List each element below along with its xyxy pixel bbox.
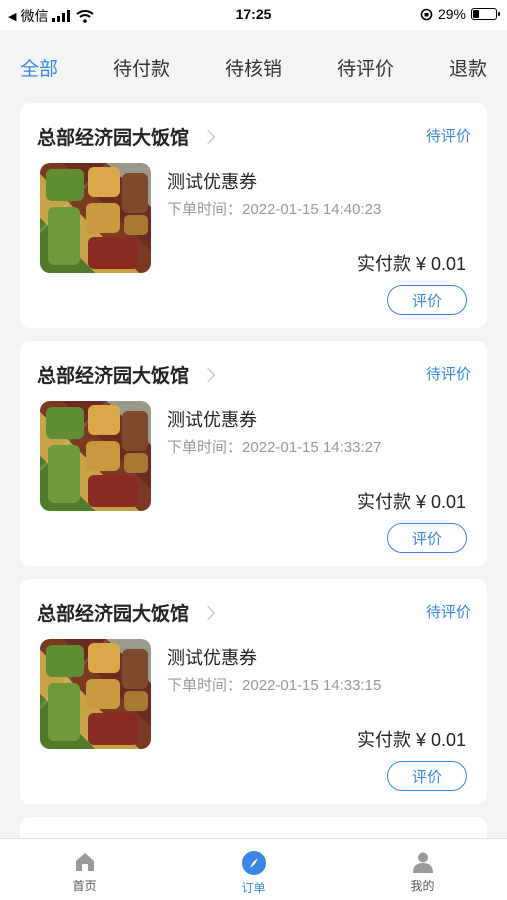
nav-profile[interactable]: 我的 <box>363 839 483 894</box>
order-status: 待评价 <box>425 366 471 383</box>
paid-amount: 实付款 ¥ 0.01 <box>356 730 466 750</box>
order-time: 下单时间：2022-01-15 14:33:27 <box>167 436 381 457</box>
order-time-label: 下单时间： <box>167 439 243 456</box>
order-status: 待评价 <box>425 128 471 145</box>
nav-home[interactable]: 首页 <box>25 839 145 894</box>
status-bar: ◀ 微信 17:25 29% <box>0 0 507 30</box>
product-image <box>40 401 151 511</box>
user-icon <box>412 852 433 873</box>
order-time: 下单时间：2022-01-15 14:40:23 <box>167 198 381 219</box>
tab-pending-payment[interactable]: 待付款 <box>113 54 170 81</box>
chevron-right-icon <box>200 367 216 382</box>
nav-orders-label: 订单 <box>241 881 266 895</box>
home-icon <box>75 853 94 871</box>
product-image <box>40 639 151 749</box>
review-button[interactable]: 评价 <box>387 285 467 315</box>
battery-fill <box>473 10 480 18</box>
shop-name: 总部经济园大饭馆 <box>37 366 190 387</box>
shop-name: 总部经济园大饭馆 <box>37 128 190 149</box>
shop-link[interactable]: 总部经济园大饭馆 <box>37 123 216 150</box>
status-bar-right: 29% <box>420 6 500 22</box>
order-filter-tabs: 全部 待付款 待核销 待评价 退款 <box>0 30 507 104</box>
order-time: 下单时间：2022-01-15 14:33:15 <box>167 674 381 695</box>
review-button[interactable]: 评价 <box>387 761 467 791</box>
order-card[interactable]: 总部经济园大饭馆 待评价 测试优惠券 下单时间：2022-01-15 14:40… <box>20 103 487 328</box>
battery-icon <box>471 8 500 20</box>
order-time-value: 2022-01-15 14:33:15 <box>242 677 382 694</box>
tab-pending-redemption[interactable]: 待核销 <box>225 54 282 81</box>
nav-home-label: 首页 <box>72 879 97 893</box>
product-name: 测试优惠券 <box>167 648 257 668</box>
tab-all[interactable]: 全部 <box>20 54 58 81</box>
tab-pending-review[interactable]: 待评价 <box>337 54 394 81</box>
tab-refund[interactable]: 退款 <box>449 54 487 81</box>
shop-name: 总部经济园大饭馆 <box>37 604 190 625</box>
order-list: 总部经济园大饭馆 待评价 测试优惠券 下单时间：2022-01-15 14:40… <box>20 103 487 860</box>
battery-percent: 29% <box>437 6 466 22</box>
paid-amount: 实付款 ¥ 0.01 <box>356 254 466 274</box>
paid-amount: 实付款 ¥ 0.01 <box>356 492 466 512</box>
rotation-lock-icon <box>420 8 433 20</box>
product-name: 测试优惠券 <box>167 410 257 430</box>
product-image <box>40 163 151 273</box>
product-name: 测试优惠券 <box>167 172 257 192</box>
nav-profile-label: 我的 <box>410 879 435 893</box>
shop-link[interactable]: 总部经济园大饭馆 <box>37 599 216 626</box>
review-button[interactable]: 评价 <box>387 523 467 553</box>
bottom-nav: 首页 订单 我的 <box>0 838 507 900</box>
compass-icon <box>241 851 266 875</box>
order-card[interactable]: 总部经济园大饭馆 待评价 测试优惠券 下单时间：2022-01-15 14:33… <box>20 341 487 566</box>
order-time-label: 下单时间： <box>167 201 243 218</box>
chevron-right-icon <box>200 129 216 144</box>
order-status: 待评价 <box>425 604 471 621</box>
chevron-right-icon <box>200 605 216 620</box>
order-time-value: 2022-01-15 14:40:23 <box>242 201 382 218</box>
order-time-value: 2022-01-15 14:33:27 <box>242 439 382 456</box>
order-card[interactable]: 总部经济园大饭馆 待评价 测试优惠券 下单时间：2022-01-15 14:33… <box>20 579 487 804</box>
nav-orders[interactable]: 订单 <box>194 839 314 896</box>
shop-link[interactable]: 总部经济园大饭馆 <box>37 361 216 388</box>
order-time-label: 下单时间： <box>167 677 243 694</box>
